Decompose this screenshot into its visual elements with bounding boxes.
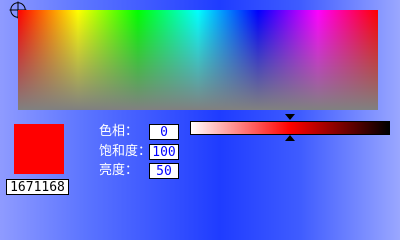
hue-row: 色相： 0 — [99, 124, 179, 140]
saturation-label: 饱和度： — [99, 144, 152, 159]
saturation-row: 饱和度： 100 — [99, 144, 179, 160]
saturation-field[interactable]: 100 — [149, 144, 179, 160]
luminance-label: 亮度： — [99, 163, 139, 178]
selected-color-swatch — [14, 124, 64, 174]
color-value-field[interactable]: 1671168 — [6, 179, 69, 195]
luminance-slider[interactable] — [190, 121, 390, 135]
luminance-pointer-top[interactable] — [285, 114, 295, 120]
hue-label: 色相： — [99, 124, 139, 139]
color-spectrum[interactable] — [18, 10, 378, 110]
luminance-field[interactable]: 50 — [149, 163, 179, 179]
luminance-pointer-bottom[interactable] — [285, 135, 295, 141]
luminance-row: 亮度： 50 — [99, 163, 179, 179]
hue-field[interactable]: 0 — [149, 124, 179, 140]
